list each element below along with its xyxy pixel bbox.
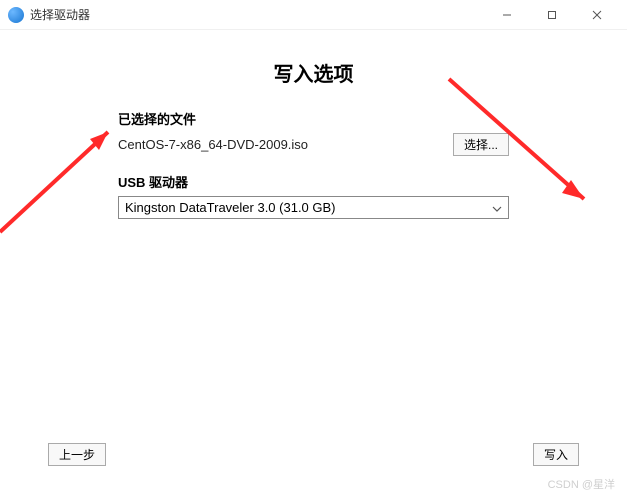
chevron-down-icon — [492, 200, 502, 215]
drive-section: USB 驱动器 Kingston DataTraveler 3.0 (31.0 … — [118, 172, 509, 219]
write-button[interactable]: 写入 — [533, 443, 579, 466]
browse-button[interactable]: 选择... — [453, 133, 509, 156]
back-button[interactable]: 上一步 — [48, 443, 106, 466]
close-button[interactable] — [574, 1, 619, 29]
window-title: 选择驱动器 — [30, 6, 484, 23]
annotation-arrow — [0, 112, 130, 242]
app-icon — [8, 7, 24, 23]
bottom-bar: 上一步 写入 — [48, 443, 579, 466]
minimize-button[interactable] — [484, 1, 529, 29]
titlebar: 选择驱动器 — [0, 0, 627, 30]
window-controls — [484, 1, 619, 29]
file-section: 已选择的文件 CentOS-7-x86_64-DVD-2009.iso 选择..… — [118, 109, 509, 156]
page-title: 写入选项 — [48, 58, 579, 87]
watermark: CSDN @星洋 — [548, 476, 615, 492]
selected-file-name: CentOS-7-x86_64-DVD-2009.iso — [118, 137, 445, 152]
file-label: 已选择的文件 — [118, 109, 509, 128]
maximize-icon — [547, 10, 557, 20]
minimize-icon — [502, 10, 512, 20]
drive-label: USB 驱动器 — [118, 172, 509, 191]
maximize-button[interactable] — [529, 1, 574, 29]
drive-selected-value: Kingston DataTraveler 3.0 (31.0 GB) — [125, 200, 492, 215]
close-icon — [592, 10, 602, 20]
drive-select[interactable]: Kingston DataTraveler 3.0 (31.0 GB) — [118, 196, 509, 219]
